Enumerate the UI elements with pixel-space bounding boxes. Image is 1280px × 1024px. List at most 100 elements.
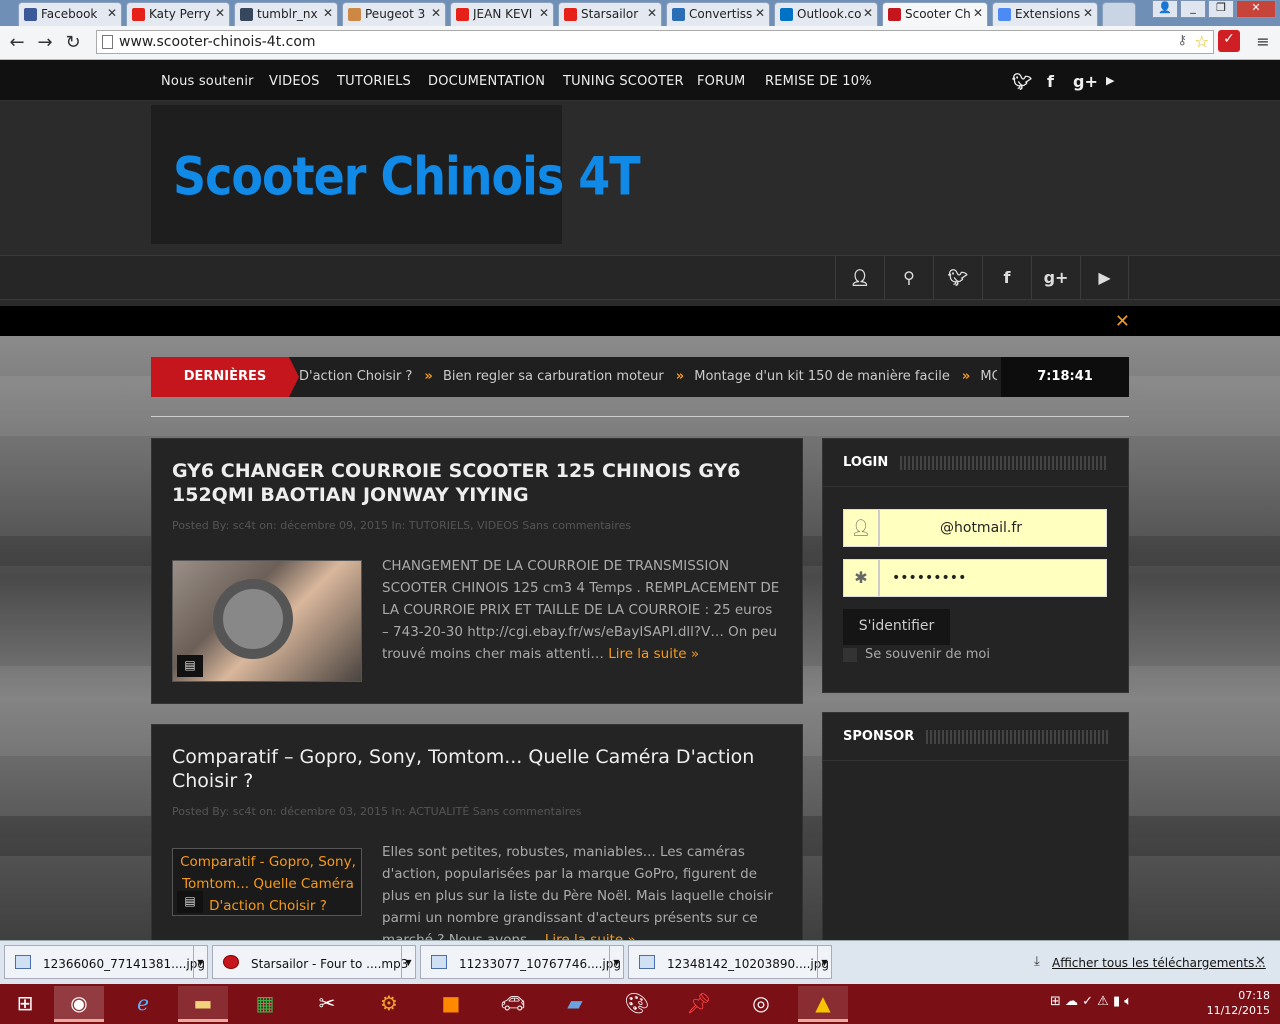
tab-extensions[interactable]: Extensions ✕ [992,2,1098,26]
store-icon[interactable]: ▦ [240,986,290,1022]
file-explorer-icon[interactable]: ▬ [178,986,228,1022]
back-button[interactable]: ← [6,32,28,53]
ticker-item[interactable]: Bien regler sa carburation moteur [443,369,664,384]
post-thumbnail[interactable]: Comparatif - Gopro, Sony, Tomtom... Quel… [172,848,362,916]
app-icon[interactable]: ▲ [798,986,848,1022]
nav-remise[interactable]: REMISE DE 10% [765,74,872,89]
new-tab-button[interactable] [1102,2,1136,26]
chevron-down-icon[interactable]: ▼ [817,946,831,978]
twitter-icon[interactable]: 🐦︎ [1012,72,1032,91]
youtube-icon[interactable]: ▶ [1106,74,1114,87]
tumblr-icon [240,8,253,21]
close-icon[interactable]: ✕ [107,6,117,20]
chevron-right-icon: » [675,369,685,384]
key-icon[interactable]: ⚷ [1177,33,1187,48]
download-item[interactable]: 12348142_10203890....jpg ▼ [628,945,832,979]
ticker-item[interactable]: D'action Choisir ? [299,369,412,384]
download-item[interactable]: 12366060_77141381....jpg ▼ [4,945,208,979]
signin-button[interactable]: S'identifier [843,609,950,645]
paint-icon[interactable]: 🎨︎ [612,986,662,1022]
tab-starsailor[interactable]: Starsailor ✕ [558,2,662,26]
tab-jean-kevin[interactable]: JEAN KEVI ✕ [450,2,554,26]
post-title[interactable]: Comparatif – Gopro, Sony, Tomtom... Quel… [172,745,772,793]
taskbar-clock[interactable]: 07:18 11/12/2015 [1207,988,1270,1018]
chrome-icon[interactable]: ◉ [54,986,104,1022]
app-icon[interactable]: ⚙ [364,986,414,1022]
sponsor-widget: SPONSOR [822,712,1129,940]
ticker-item[interactable]: MONT [980,369,997,384]
car-game-icon[interactable]: 🚗︎ [488,986,538,1022]
youtube-icon[interactable]: ▶ [1080,256,1129,300]
nav-tutoriels[interactable]: TUTORIELS [337,74,411,89]
facebook-icon[interactable]: f [1047,72,1054,91]
post-meta: Posted By: sc4t on: décembre 03, 2015 In… [172,805,582,818]
chevron-down-icon[interactable]: ▼ [193,946,207,978]
chevron-down-icon[interactable]: ▼ [609,946,623,978]
remember-me[interactable]: Se souvenir de moi [843,647,990,662]
facebook-icon[interactable]: f [982,256,1031,300]
google-plus-icon[interactable]: g+ [1073,72,1098,91]
tab-peugeot[interactable]: Peugeot 3 ✕ [342,2,446,26]
snipping-tool-icon[interactable]: ✂ [302,986,352,1022]
post-title[interactable]: GY6 CHANGER COURROIE SCOOTER 125 CHINOIS… [172,459,772,507]
close-icon[interactable]: ✕ [647,6,657,20]
internet-explorer-icon[interactable]: ℯ [118,986,168,1022]
pin-icon[interactable]: 📌︎ [674,986,724,1022]
download-item[interactable]: Starsailor - Four to ....mp3 ▼ [212,945,416,979]
app-icon[interactable]: ■ [426,986,476,1022]
close-icon[interactable]: ✕ [215,6,225,20]
bookmark-star-icon[interactable]: ☆ [1195,32,1209,51]
close-icon[interactable]: ✕ [1255,954,1266,969]
tab-outlook[interactable]: Outlook.co ✕ [774,2,878,26]
tab-katy-perry[interactable]: Katy Perry ✕ [126,2,230,26]
ticker-item[interactable]: Montage d'un kit 150 de manière facile [694,369,950,384]
system-tray[interactable]: ⊞ ☁ ✓ ⚠ ▮ 🔈︎ [1050,994,1132,1009]
profile-icon[interactable]: 👤 [1152,0,1178,18]
close-icon[interactable]: ✕ [863,6,873,20]
user-icon[interactable]: 👤︎ [835,256,884,300]
tab-convertisseur[interactable]: Convertiss ✕ [666,2,770,26]
minimize-button[interactable]: _ [1180,0,1206,18]
restore-button[interactable]: ❐ [1208,0,1234,18]
close-icon[interactable]: ✕ [323,6,333,20]
nav-nous-soutenir[interactable]: Nous soutenir [161,74,254,89]
reload-button[interactable]: ↻ [62,32,84,53]
close-icon[interactable]: ✕ [973,6,983,20]
google-plus-icon[interactable]: g+ [1031,256,1080,300]
menu-icon[interactable]: ≡ [1252,32,1274,51]
tab-tumblr[interactable]: tumblr_nx ✕ [234,2,338,26]
tab-facebook[interactable]: Facebook ✕ [18,2,122,26]
post-thumbnail[interactable]: ▤ [172,560,362,682]
close-icon[interactable]: ✕ [1083,6,1093,20]
email-field[interactable]: 👤︎ @hotmail.fr [843,509,1107,547]
chevron-down-icon[interactable]: ▼ [401,946,415,978]
show-all-downloads-link[interactable]: Afficher tous les téléchargements... [1052,956,1266,970]
youtube-icon [564,8,577,21]
window-close-button[interactable]: ✕ [1236,0,1276,18]
image-file-icon [639,955,655,969]
close-icon[interactable]: ✕ [431,6,441,20]
forward-button[interactable]: → [34,32,56,53]
password-field[interactable]: ✱ ••••••••• [843,559,1107,597]
close-icon[interactable]: ✕ [755,6,765,20]
remember-checkbox[interactable] [843,647,857,662]
tab-scooter-chinois[interactable]: Scooter Ch ✕ [882,2,988,26]
nav-tuning-scooter[interactable]: TUNING SCOOTER [563,74,684,89]
post-card: Comparatif – Gopro, Sony, Tomtom... Quel… [151,724,803,948]
app-icon[interactable]: ▰ [550,986,600,1022]
compass-icon[interactable]: ◎ [736,986,786,1022]
search-icon[interactable]: ⚲ [884,256,933,300]
nav-documentation[interactable]: DOCUMENTATION [428,74,545,89]
read-more-link[interactable]: Lire la suite » [608,646,699,662]
nav-videos[interactable]: VIDEOS [269,74,320,89]
logo-box[interactable]: Scooter Chinois 4T [151,105,641,244]
address-bar[interactable]: www.scooter-chinois-4t.com ⚷ ☆ [96,30,1214,54]
twitter-icon[interactable]: 🐦︎ [933,256,982,300]
antivirus-extension-icon[interactable]: ✓ [1218,30,1240,52]
download-item[interactable]: 11233077_10767746....jpg ▼ [420,945,624,979]
windows-start-icon[interactable]: ⊞ [0,986,50,1022]
page-icon [102,35,113,49]
close-icon[interactable]: ✕ [539,6,549,20]
close-icon[interactable]: ✕ [1115,311,1130,332]
nav-forum[interactable]: FORUM [697,74,745,89]
